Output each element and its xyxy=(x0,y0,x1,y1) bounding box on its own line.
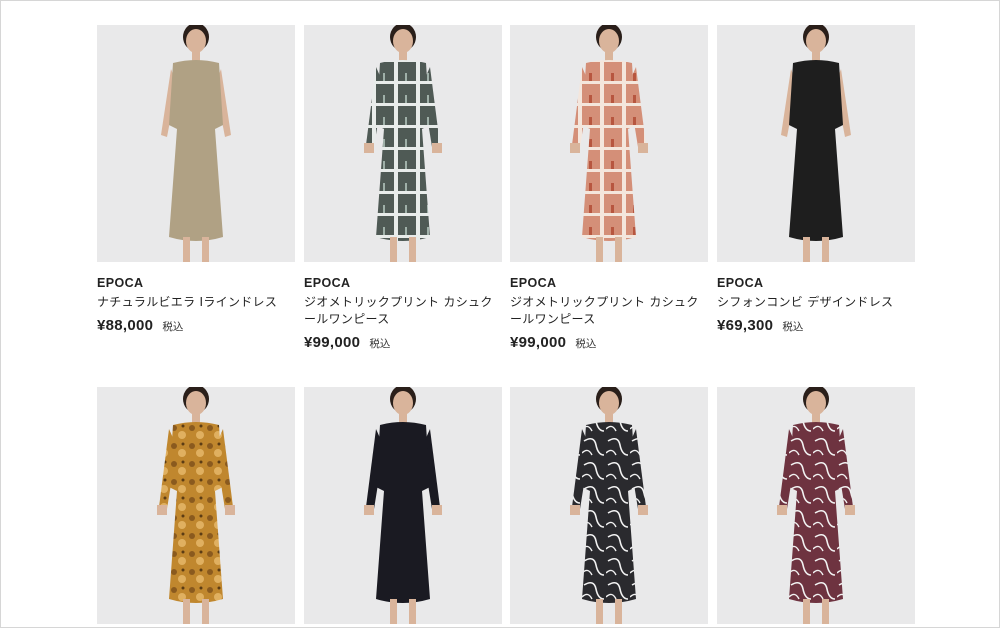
product-card[interactable] xyxy=(304,387,502,624)
model-illustration xyxy=(510,387,708,624)
model-illustration xyxy=(304,25,502,262)
product-image[interactable] xyxy=(510,25,708,262)
product-name[interactable]: ジオメトリックプリント カシュクールワンピース xyxy=(510,294,708,328)
product-image[interactable] xyxy=(304,25,502,262)
product-card[interactable] xyxy=(97,387,295,624)
product-name[interactable]: シフォンコンビ デザインドレス xyxy=(717,294,915,311)
product-card[interactable]: EPOCA ジオメトリックプリント カシュクールワンピース ¥99,000 税込 xyxy=(304,25,502,351)
product-card[interactable]: EPOCA ナチュラルビエラ Iラインドレス ¥88,000 税込 xyxy=(97,25,295,334)
product-brand: EPOCA xyxy=(510,276,557,290)
tax-label: 税込 xyxy=(782,321,804,333)
tax-label: 税込 xyxy=(369,338,391,350)
product-card[interactable]: EPOCA シフォンコンビ デザインドレス ¥69,300 税込 xyxy=(717,25,915,334)
model-illustration xyxy=(97,387,295,624)
tax-label: 税込 xyxy=(162,321,184,333)
product-image[interactable] xyxy=(717,387,915,624)
product-image[interactable] xyxy=(97,25,295,262)
product-brand: EPOCA xyxy=(717,276,764,290)
product-image[interactable] xyxy=(510,387,708,624)
product-price: ¥99,000 xyxy=(510,334,567,351)
model-illustration xyxy=(717,387,915,624)
product-image[interactable] xyxy=(97,387,295,624)
product-price: ¥99,000 xyxy=(304,334,361,351)
product-price: ¥69,300 xyxy=(717,317,774,334)
product-image[interactable] xyxy=(717,25,915,262)
product-card[interactable] xyxy=(510,387,708,624)
product-card[interactable] xyxy=(717,387,915,624)
product-name[interactable]: ナチュラルビエラ Iラインドレス xyxy=(97,294,295,311)
product-price: ¥88,000 xyxy=(97,317,154,334)
model-illustration xyxy=(717,25,915,262)
model-illustration xyxy=(304,387,502,624)
product-brand: EPOCA xyxy=(304,276,351,290)
product-name[interactable]: ジオメトリックプリント カシュクールワンピース xyxy=(304,294,502,328)
product-card[interactable]: EPOCA ジオメトリックプリント カシュクールワンピース ¥99,000 税込 xyxy=(510,25,708,351)
product-brand: EPOCA xyxy=(97,276,144,290)
model-illustration xyxy=(97,25,295,262)
tax-label: 税込 xyxy=(575,338,597,350)
model-illustration xyxy=(510,25,708,262)
product-image[interactable] xyxy=(304,387,502,624)
